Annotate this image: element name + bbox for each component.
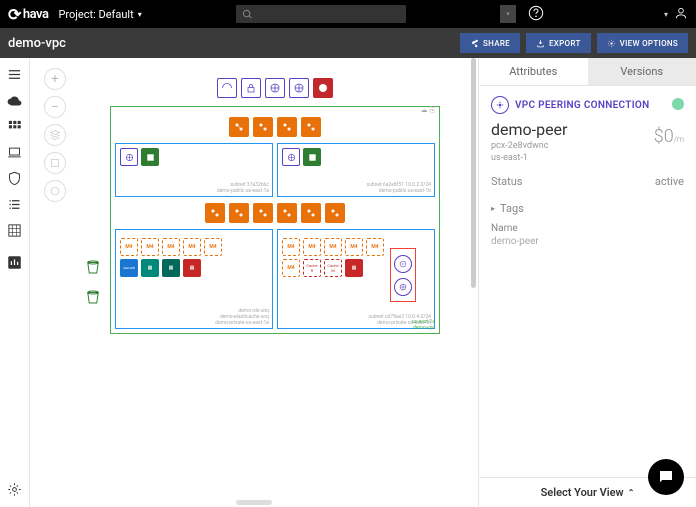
target-icon[interactable] <box>289 78 309 98</box>
resource-type: VPC PEERING CONNECTION <box>515 100 649 111</box>
service-icon[interactable]: ▦ <box>345 259 363 277</box>
project-selector[interactable]: Project: Default▾ <box>58 8 141 21</box>
page-title: demo-vpc <box>8 36 66 51</box>
peering-connection-icon[interactable] <box>394 255 412 273</box>
canvas-tool-2[interactable] <box>44 152 66 174</box>
ec2-instance[interactable]: M4 <box>183 238 201 256</box>
route-icon[interactable] <box>253 117 273 137</box>
nav-table-icon[interactable] <box>7 222 23 238</box>
nav-chart-icon[interactable] <box>7 254 23 270</box>
ec2-instance[interactable]: M4 <box>324 238 342 256</box>
status-label: Status <box>491 175 522 188</box>
export-button[interactable]: EXPORT <box>526 33 591 53</box>
route-icon[interactable] <box>229 117 249 137</box>
view-options-button[interactable]: VIEW OPTIONS <box>597 33 688 53</box>
app-logo: ⟳hava <box>8 5 48 24</box>
nav-menu-icon[interactable] <box>7 66 23 82</box>
ec2-instance[interactable]: M4 <box>120 238 138 256</box>
gateway-icon[interactable] <box>217 78 237 98</box>
nacl-icon[interactable] <box>120 148 138 166</box>
service-icon[interactable]: ▦ <box>141 259 159 277</box>
search-input[interactable] <box>236 5 406 23</box>
ec2-instance[interactable]: M4 <box>162 238 180 256</box>
subnet-box[interactable]: subnet 6a2e8f51 10.0.2.0/24demo-public-u… <box>277 143 435 197</box>
instance-icon[interactable] <box>303 148 321 166</box>
zoom-in-button[interactable]: + <box>44 68 66 90</box>
peering-connection-icon[interactable] <box>394 278 412 296</box>
share-button[interactable]: SHARE <box>460 33 520 53</box>
ec2-instance[interactable]: M4 <box>282 238 300 256</box>
tag-name: Name demo-peer <box>491 223 684 247</box>
route-icon[interactable] <box>253 203 273 223</box>
ec2-instance[interactable]: M4 <box>204 238 222 256</box>
service-icon[interactable]: ▦ <box>162 259 180 277</box>
cache-icon[interactable]: CacheM <box>324 259 342 277</box>
route-icon[interactable] <box>301 203 321 223</box>
account-dropdown[interactable]: ▾ <box>664 10 668 19</box>
nacl-icon[interactable] <box>282 148 300 166</box>
peering-selection[interactable] <box>390 248 416 302</box>
vertical-scrollbar[interactable] <box>471 58 476 288</box>
ec2-instance[interactable]: M4 <box>345 238 363 256</box>
tab-attributes[interactable]: Attributes <box>479 58 588 85</box>
nav-cloud-icon[interactable] <box>7 92 23 108</box>
settings-icon[interactable] <box>7 481 23 497</box>
ec2-instance[interactable]: M4 <box>141 238 159 256</box>
nav-list-icon[interactable] <box>7 196 23 212</box>
user-icon[interactable] <box>674 6 688 23</box>
nav-laptop-icon[interactable] <box>7 144 23 160</box>
status-value: active <box>655 175 684 188</box>
s3-bucket-icon[interactable] <box>84 258 102 280</box>
s3-bucket-icon[interactable] <box>84 288 102 310</box>
search-filter-dropdown[interactable]: ▾ <box>500 5 516 23</box>
subnet-box[interactable]: subnet 37a32b6cdemo-public-us-east-1a <box>115 143 273 197</box>
nav-grid-icon[interactable] <box>7 118 23 134</box>
status-dot <box>672 98 684 110</box>
target-icon[interactable] <box>265 78 285 98</box>
canvas-tool-3[interactable] <box>44 180 66 202</box>
tab-versions[interactable]: Versions <box>588 58 696 85</box>
horizontal-scrollbar[interactable] <box>236 500 272 505</box>
canvas-tool-1[interactable] <box>44 124 66 146</box>
resource-region: us-east-1 <box>491 153 684 163</box>
route-icon[interactable] <box>301 117 321 137</box>
service-icon[interactable]: ▦ <box>183 259 201 277</box>
lock-icon[interactable] <box>241 78 261 98</box>
ec2-instance[interactable]: M4 <box>366 238 384 256</box>
resource-price: $0/m <box>654 126 684 147</box>
nav-shield-icon[interactable] <box>7 170 23 186</box>
peering-icon <box>491 96 509 114</box>
ec2-instance[interactable]: M4 <box>303 238 321 256</box>
cache-icon[interactable]: CacheR <box>303 259 321 277</box>
route-icon[interactable] <box>229 203 249 223</box>
zoom-out-button[interactable]: − <box>44 96 66 118</box>
route-icon[interactable] <box>277 203 297 223</box>
route-icon[interactable] <box>205 203 225 223</box>
route-icon[interactable] <box>277 117 297 137</box>
subnet-box[interactable]: M4 M4 M4 M4 M4 MariaDB ▦ ▦ ▦ demo-rds-sn… <box>115 229 273 329</box>
rds-icon[interactable]: MariaDB <box>120 259 138 277</box>
instance-icon[interactable] <box>141 148 159 166</box>
route-icon[interactable] <box>325 203 345 223</box>
alert-icon[interactable] <box>313 78 333 98</box>
chat-widget[interactable] <box>648 459 684 495</box>
help-icon[interactable] <box>528 5 544 24</box>
ec2-instance[interactable]: M4 <box>282 259 300 277</box>
tags-toggle[interactable]: ▸Tags <box>491 202 684 215</box>
